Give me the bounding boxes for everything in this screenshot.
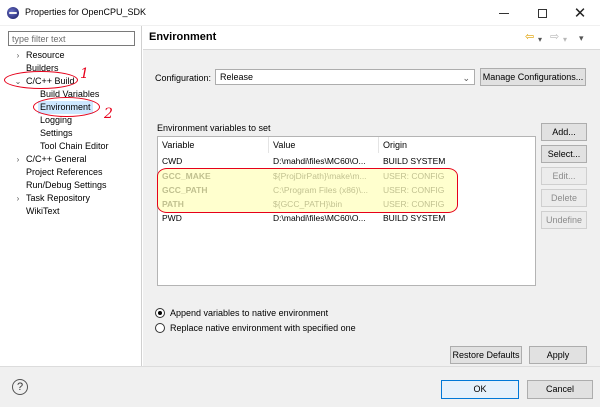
table-row[interactable]: PWD D:\mahdi\files\MC60\O... BUILD SYSTE… [158,211,535,225]
sidebar-item-tool-chain-editor[interactable]: Tool Chain Editor [40,140,109,153]
edit-button[interactable]: Edit... [541,167,587,185]
configuration-select[interactable]: Release ⌄ [215,69,475,85]
cell-variable: GCC_MAKE [162,171,211,181]
title-bar: Properties for OpenCPU_SDK ✕ [0,0,600,26]
manage-configurations-button[interactable]: Manage Configurations... [480,68,586,86]
page-title: Environment [149,31,217,43]
maximize-icon [537,8,547,18]
select-button[interactable]: Select... [541,145,587,163]
cell-origin: BUILD SYSTEM [383,156,446,166]
env-variables-table: Variable Value Origin CWD D:\mahdi\files… [157,136,536,286]
sidebar-item-settings[interactable]: Settings [40,127,73,140]
annotation-circle-cpp-build [4,71,78,89]
sidebar-item-wikitext[interactable]: WikiText [26,205,60,218]
cell-variable: CWD [162,156,183,166]
replace-option-label: Replace native environment with specifie… [170,323,356,333]
cell-origin: USER: CONFIG [383,199,445,209]
cell-variable: PWD [162,213,182,223]
annotation-number-1: 1 [80,66,89,82]
help-icon[interactable]: ? [12,379,28,395]
cell-origin: USER: CONFIG [383,185,445,195]
close-button[interactable]: ✕ [561,0,599,26]
radio-unchecked-icon[interactable] [155,323,165,333]
sidebar-item-run-debug-settings[interactable]: Run/Debug Settings [26,179,107,192]
cell-value: ${ProjDirPath}\make\m... [273,171,367,181]
radio-checked-icon[interactable] [155,308,165,318]
ok-button[interactable]: OK [441,380,519,399]
dialog-button-bar: ? OK Cancel [0,366,600,407]
delete-button[interactable]: Delete [541,189,587,207]
cancel-button[interactable]: Cancel [527,380,593,399]
env-variables-label: Environment variables to set [157,123,271,133]
cell-variable: PATH [162,199,184,209]
cell-origin: BUILD SYSTEM [383,213,446,223]
forward-dropdown-icon[interactable]: ▾ [563,34,567,45]
maximize-button[interactable] [523,0,561,26]
eclipse-app-icon [7,7,19,19]
column-header-variable[interactable]: Variable [158,137,269,153]
undefine-button[interactable]: Undefine [541,211,587,229]
cell-value: ${GCC_PATH}\bin [273,199,343,209]
sidebar-item-resource[interactable]: Resource [26,49,65,62]
annotation-circle-environment [33,97,100,117]
chevron-down-icon: ⌄ [462,73,470,83]
table-row[interactable]: CWD D:\mahdi\files\MC60\O... BUILD SYSTE… [158,154,535,168]
sidebar-item-task-repository[interactable]: Task Repository [26,192,90,205]
cell-value: D:\mahdi\files\MC60\O... [273,213,366,223]
view-menu-icon[interactable]: ▾ [579,33,584,44]
table-row[interactable]: GCC_PATH C:\Program Files (x86)\... USER… [158,183,535,197]
append-option-label: Append variables to native environment [170,308,329,318]
add-button[interactable]: Add... [541,123,587,141]
close-icon: ✕ [573,5,587,22]
filter-input[interactable] [8,31,135,46]
column-header-value[interactable]: Value [269,137,379,153]
chevron-right-icon[interactable]: › [14,192,22,205]
configuration-label: Configuration: [155,73,212,83]
minimize-icon [499,12,509,14]
sidebar-item-project-references[interactable]: Project References [26,166,103,179]
forward-arrow-icon[interactable]: ⇨ [550,32,559,43]
chevron-right-icon[interactable]: › [14,49,22,62]
column-header-origin[interactable]: Origin [379,137,535,153]
apply-button[interactable]: Apply [529,346,587,364]
configuration-value: Release [220,72,254,82]
cell-value: D:\mahdi\files\MC60\O... [273,156,366,166]
restore-defaults-button[interactable]: Restore Defaults [450,346,522,364]
back-dropdown-icon[interactable]: ▾ [538,34,542,45]
environment-page: Configuration: Release ⌄ Manage Configur… [143,50,600,366]
cell-value: C:\Program Files (x86)\... [273,185,368,195]
cell-origin: USER: CONFIG [383,171,445,181]
table-row[interactable]: GCC_MAKE ${ProjDirPath}\make\m... USER: … [158,169,535,183]
sidebar-item-cpp-general[interactable]: C/C++ General [26,153,87,166]
chevron-right-icon[interactable]: › [14,153,22,166]
annotation-number-2: 2 [104,106,113,122]
cell-variable: GCC_PATH [162,185,208,195]
table-row[interactable]: PATH ${GCC_PATH}\bin USER: CONFIG [158,197,535,211]
sidebar: › Resource Builders ⌄ C/C++ Build Build … [0,26,142,366]
window-title: Properties for OpenCPU_SDK [25,7,147,17]
page-header: Environment ⇦ ▾ ⇨ ▾ ▾ [143,26,600,50]
back-arrow-icon[interactable]: ⇦ [525,32,534,43]
minimize-button[interactable] [485,0,523,26]
